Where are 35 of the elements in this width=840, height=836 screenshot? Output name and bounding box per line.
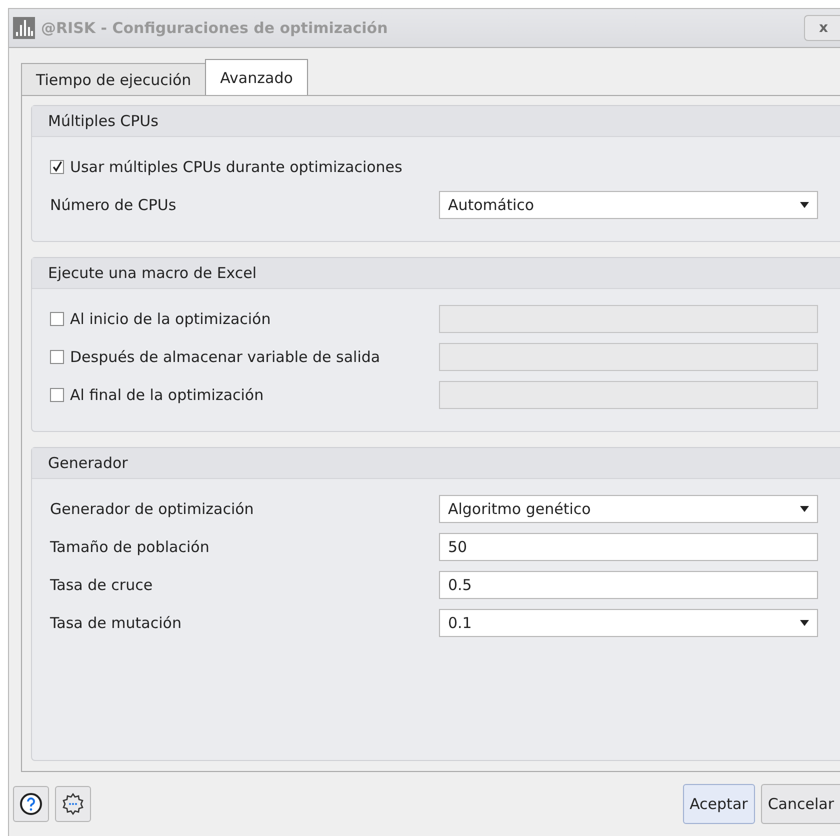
gear-icon bbox=[61, 792, 85, 816]
window-title: @RISK - Configuraciones de optimización bbox=[41, 19, 389, 37]
dropdown[interactable]: Automático bbox=[438, 191, 818, 219]
settings-button[interactable] bbox=[55, 786, 91, 822]
checkbox[interactable] bbox=[50, 160, 64, 174]
field-label: Tasa de mutación bbox=[50, 614, 182, 632]
caret-icon bbox=[800, 620, 809, 626]
checkbox-label: Al final de la optimización bbox=[70, 386, 264, 404]
dialog-button[interactable]: Cancelar bbox=[760, 784, 840, 824]
close-button[interactable]: x bbox=[804, 15, 840, 41]
help-button[interactable] bbox=[13, 786, 49, 822]
field-label: Tamaño de población bbox=[50, 538, 210, 556]
bar-chart-icon bbox=[13, 17, 35, 39]
tab[interactable]: Avanzado bbox=[205, 59, 308, 95]
group-title: Ejecute una macro de Excel bbox=[48, 264, 257, 282]
checkbox-label: Usar múltiples CPUs durante optimizaciones bbox=[70, 158, 402, 176]
help-icon bbox=[19, 792, 43, 816]
checkbox[interactable] bbox=[50, 388, 64, 402]
caret-icon bbox=[800, 506, 809, 512]
dialog-button[interactable]: Aceptar bbox=[682, 784, 755, 824]
field-label: Número de CPUs bbox=[50, 196, 178, 214]
checkbox[interactable] bbox=[50, 312, 64, 326]
checkbox-label: Después de almacenar variable de salida bbox=[70, 348, 380, 366]
field-label: Generador de optimización bbox=[50, 500, 255, 518]
field-label: Tasa de cruce bbox=[50, 576, 154, 594]
dropdown[interactable]: 0.1 bbox=[438, 609, 818, 637]
checkbox-label: Al inicio de la optimización bbox=[70, 310, 271, 328]
caret-icon bbox=[800, 202, 809, 208]
group-title: Generador bbox=[48, 454, 128, 472]
tab[interactable]: Tiempo de ejecución bbox=[21, 63, 206, 95]
group-title: Múltiples CPUs bbox=[48, 112, 158, 130]
input-field[interactable]: 50 bbox=[438, 533, 818, 561]
dropdown[interactable]: Algoritmo genético bbox=[438, 495, 818, 523]
input-field[interactable]: 0.5 bbox=[438, 571, 818, 599]
checkbox[interactable] bbox=[50, 350, 64, 364]
